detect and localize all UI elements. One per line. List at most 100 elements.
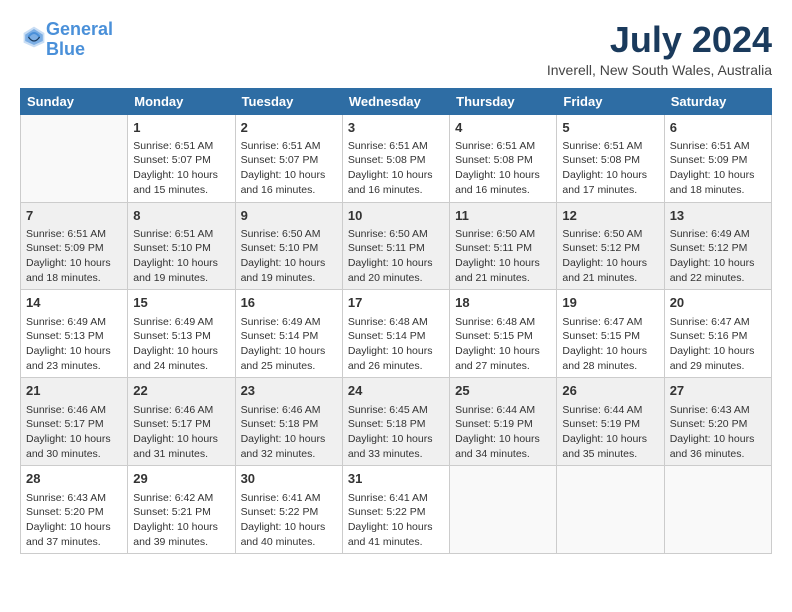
calendar-cell: 11 Sunrise: 6:50 AM Sunset: 5:11 PM Dayli… xyxy=(450,202,557,290)
day-info: Sunrise: 6:46 AM Sunset: 5:17 PM Dayligh… xyxy=(26,403,122,462)
day-number: 16 xyxy=(241,294,337,312)
logo-icon xyxy=(22,25,46,49)
day-info: Sunrise: 6:47 AM Sunset: 5:16 PM Dayligh… xyxy=(670,315,766,374)
day-info: Sunrise: 6:51 AM Sunset: 5:09 PM Dayligh… xyxy=(26,227,122,286)
day-info: Sunrise: 6:51 AM Sunset: 5:07 PM Dayligh… xyxy=(133,139,229,198)
calendar-week-row: 1 Sunrise: 6:51 AM Sunset: 5:07 PM Daylig… xyxy=(21,114,772,202)
day-info: Sunrise: 6:49 AM Sunset: 5:12 PM Dayligh… xyxy=(670,227,766,286)
title-block: July 2024 Inverell, New South Wales, Aus… xyxy=(547,20,772,78)
calendar-cell: 13 Sunrise: 6:49 AM Sunset: 5:12 PM Dayli… xyxy=(664,202,771,290)
calendar-cell xyxy=(450,466,557,554)
calendar-cell: 9Sunrise: 6:50 AM Sunset: 5:10 PM Daylig… xyxy=(235,202,342,290)
header-wednesday: Wednesday xyxy=(342,88,449,114)
calendar-cell: 16Sunrise: 6:49 AM Sunset: 5:14 PM Dayli… xyxy=(235,290,342,378)
day-number: 22 xyxy=(133,382,229,400)
calendar-cell: 24Sunrise: 6:45 AM Sunset: 5:18 PM Dayli… xyxy=(342,378,449,466)
day-number: 5 xyxy=(562,119,658,137)
day-number: 8 xyxy=(133,207,229,225)
calendar-table: SundayMondayTuesdayWednesdayThursdayFrid… xyxy=(20,88,772,555)
calendar-cell: 18 Sunrise: 6:48 AM Sunset: 5:15 PM Dayli… xyxy=(450,290,557,378)
day-info: Sunrise: 6:43 AM Sunset: 5:20 PM Dayligh… xyxy=(670,403,766,462)
logo: General Blue xyxy=(20,20,113,60)
day-number: 28 xyxy=(26,470,122,488)
calendar-week-row: 21 Sunrise: 6:46 AM Sunset: 5:17 PM Dayli… xyxy=(21,378,772,466)
header-sunday: Sunday xyxy=(21,88,128,114)
calendar-cell: 25 Sunrise: 6:44 AM Sunset: 5:19 PM Dayli… xyxy=(450,378,557,466)
day-info: Sunrise: 6:49 AM Sunset: 5:13 PM Dayligh… xyxy=(26,315,122,374)
logo-text: General Blue xyxy=(46,20,113,60)
calendar-cell: 30Sunrise: 6:41 AM Sunset: 5:22 PM Dayli… xyxy=(235,466,342,554)
calendar-cell: 6Sunrise: 6:51 AM Sunset: 5:09 PM Daylig… xyxy=(664,114,771,202)
calendar-cell: 12Sunrise: 6:50 AM Sunset: 5:12 PM Dayli… xyxy=(557,202,664,290)
calendar-cell: 21 Sunrise: 6:46 AM Sunset: 5:17 PM Dayli… xyxy=(21,378,128,466)
day-number: 29 xyxy=(133,470,229,488)
day-info: Sunrise: 6:50 AM Sunset: 5:11 PM Dayligh… xyxy=(348,227,444,286)
calendar-cell: 4 Sunrise: 6:51 AM Sunset: 5:08 PM Daylig… xyxy=(450,114,557,202)
day-info: Sunrise: 6:51 AM Sunset: 5:08 PM Dayligh… xyxy=(562,139,658,198)
calendar-cell: 20 Sunrise: 6:47 AM Sunset: 5:16 PM Dayli… xyxy=(664,290,771,378)
calendar-cell: 17 Sunrise: 6:48 AM Sunset: 5:14 PM Dayli… xyxy=(342,290,449,378)
day-info: Sunrise: 6:48 AM Sunset: 5:15 PM Dayligh… xyxy=(455,315,551,374)
day-info: Sunrise: 6:45 AM Sunset: 5:18 PM Dayligh… xyxy=(348,403,444,462)
day-number: 13 xyxy=(670,207,766,225)
calendar-cell: 15Sunrise: 6:49 AM Sunset: 5:13 PM Dayli… xyxy=(128,290,235,378)
day-number: 26 xyxy=(562,382,658,400)
calendar-cell: 14Sunrise: 6:49 AM Sunset: 5:13 PM Dayli… xyxy=(21,290,128,378)
day-number: 31 xyxy=(348,470,444,488)
day-number: 9 xyxy=(241,207,337,225)
day-number: 7 xyxy=(26,207,122,225)
header-saturday: Saturday xyxy=(664,88,771,114)
day-number: 12 xyxy=(562,207,658,225)
calendar-cell: 26 Sunrise: 6:44 AM Sunset: 5:19 PM Dayli… xyxy=(557,378,664,466)
day-number: 21 xyxy=(26,382,122,400)
calendar-cell: 10 Sunrise: 6:50 AM Sunset: 5:11 PM Dayli… xyxy=(342,202,449,290)
calendar-week-row: 7 Sunrise: 6:51 AM Sunset: 5:09 PM Daylig… xyxy=(21,202,772,290)
calendar-cell: 5 Sunrise: 6:51 AM Sunset: 5:08 PM Daylig… xyxy=(557,114,664,202)
header-monday: Monday xyxy=(128,88,235,114)
day-info: Sunrise: 6:51 AM Sunset: 5:10 PM Dayligh… xyxy=(133,227,229,286)
calendar-cell: 27 Sunrise: 6:43 AM Sunset: 5:20 PM Dayli… xyxy=(664,378,771,466)
day-number: 17 xyxy=(348,294,444,312)
calendar-cell: 29 Sunrise: 6:42 AM Sunset: 5:21 PM Dayli… xyxy=(128,466,235,554)
day-number: 10 xyxy=(348,207,444,225)
day-number: 19 xyxy=(562,294,658,312)
calendar-cell xyxy=(21,114,128,202)
calendar-cell: 7 Sunrise: 6:51 AM Sunset: 5:09 PM Daylig… xyxy=(21,202,128,290)
day-info: Sunrise: 6:50 AM Sunset: 5:11 PM Dayligh… xyxy=(455,227,551,286)
calendar-week-row: 28 Sunrise: 6:43 AM Sunset: 5:20 PM Dayli… xyxy=(21,466,772,554)
day-number: 1 xyxy=(133,119,229,137)
calendar-cell: 3 Sunrise: 6:51 AM Sunset: 5:08 PM Daylig… xyxy=(342,114,449,202)
day-info: Sunrise: 6:51 AM Sunset: 5:08 PM Dayligh… xyxy=(348,139,444,198)
header-tuesday: Tuesday xyxy=(235,88,342,114)
page-header: General Blue July 2024 Inverell, New Sou… xyxy=(20,20,772,78)
day-number: 25 xyxy=(455,382,551,400)
day-number: 18 xyxy=(455,294,551,312)
calendar-header-row: SundayMondayTuesdayWednesdayThursdayFrid… xyxy=(21,88,772,114)
day-info: Sunrise: 6:48 AM Sunset: 5:14 PM Dayligh… xyxy=(348,315,444,374)
day-info: Sunrise: 6:51 AM Sunset: 5:07 PM Dayligh… xyxy=(241,139,337,198)
month-title: July 2024 xyxy=(547,20,772,60)
day-info: Sunrise: 6:49 AM Sunset: 5:13 PM Dayligh… xyxy=(133,315,229,374)
day-info: Sunrise: 6:47 AM Sunset: 5:15 PM Dayligh… xyxy=(562,315,658,374)
day-info: Sunrise: 6:46 AM Sunset: 5:18 PM Dayligh… xyxy=(241,403,337,462)
day-number: 27 xyxy=(670,382,766,400)
day-info: Sunrise: 6:46 AM Sunset: 5:17 PM Dayligh… xyxy=(133,403,229,462)
header-friday: Friday xyxy=(557,88,664,114)
day-number: 20 xyxy=(670,294,766,312)
day-info: Sunrise: 6:44 AM Sunset: 5:19 PM Dayligh… xyxy=(562,403,658,462)
day-info: Sunrise: 6:51 AM Sunset: 5:08 PM Dayligh… xyxy=(455,139,551,198)
day-number: 11 xyxy=(455,207,551,225)
day-info: Sunrise: 6:44 AM Sunset: 5:19 PM Dayligh… xyxy=(455,403,551,462)
calendar-cell: 31Sunrise: 6:41 AM Sunset: 5:22 PM Dayli… xyxy=(342,466,449,554)
day-number: 3 xyxy=(348,119,444,137)
day-info: Sunrise: 6:42 AM Sunset: 5:21 PM Dayligh… xyxy=(133,491,229,550)
day-number: 4 xyxy=(455,119,551,137)
calendar-cell: 2Sunrise: 6:51 AM Sunset: 5:07 PM Daylig… xyxy=(235,114,342,202)
day-number: 6 xyxy=(670,119,766,137)
calendar-cell: 23 Sunrise: 6:46 AM Sunset: 5:18 PM Dayli… xyxy=(235,378,342,466)
calendar-cell: 28 Sunrise: 6:43 AM Sunset: 5:20 PM Dayli… xyxy=(21,466,128,554)
header-thursday: Thursday xyxy=(450,88,557,114)
day-info: Sunrise: 6:43 AM Sunset: 5:20 PM Dayligh… xyxy=(26,491,122,550)
calendar-cell: 1 Sunrise: 6:51 AM Sunset: 5:07 PM Daylig… xyxy=(128,114,235,202)
day-number: 23 xyxy=(241,382,337,400)
